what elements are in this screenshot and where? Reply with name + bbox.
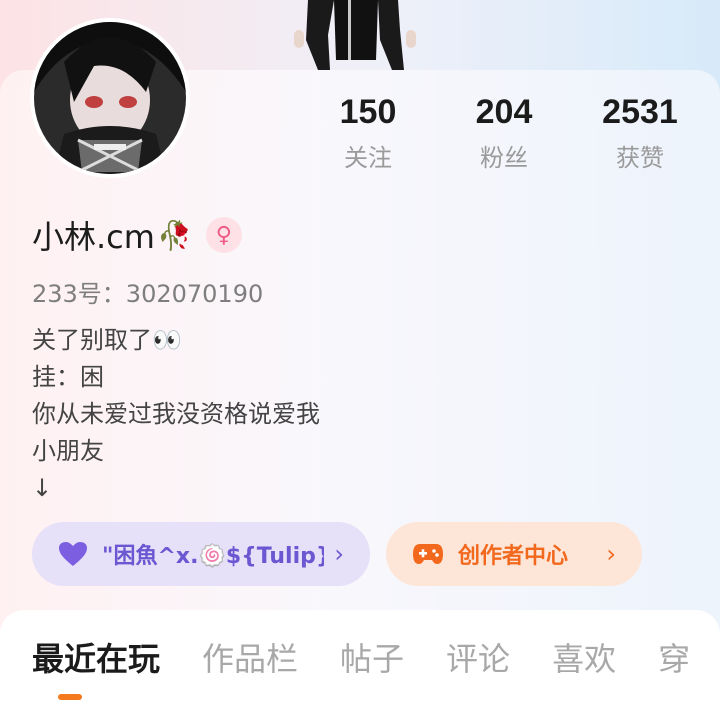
- group-chip-label: "困魚^x.🍥${Tulip}: [102, 544, 325, 569]
- stat-label: 关注: [344, 144, 392, 172]
- tab-recently-played[interactable]: 最近在玩: [32, 634, 160, 680]
- creator-center-chip[interactable]: 创作者中心 ›: [386, 522, 642, 586]
- tab-comments[interactable]: 评论: [446, 634, 510, 680]
- bio-line: ↓: [32, 474, 53, 502]
- rose-emoji: 🥀: [156, 218, 192, 252]
- purple-heart-icon: [58, 541, 88, 567]
- avatar-image: [34, 22, 186, 174]
- stats-row: 150 关注 204 粉丝 2531 获赞: [300, 92, 720, 182]
- tab-posts[interactable]: 帖子: [340, 634, 404, 680]
- bio-line: 关了别取了👀: [32, 326, 182, 354]
- banner-character-image: [294, 0, 416, 70]
- profile-name: 小林.cm: [32, 218, 155, 256]
- stat-label: 粉丝: [480, 144, 528, 172]
- gamepad-icon: [412, 542, 444, 566]
- stat-following[interactable]: 150 关注: [300, 92, 436, 182]
- stat-value: 150: [339, 93, 397, 131]
- bio-line: 小朋友: [32, 437, 104, 465]
- chevron-right-icon: ›: [334, 540, 344, 568]
- creator-center-label: 创作者中心: [458, 544, 569, 569]
- active-tab-indicator: [58, 694, 82, 700]
- group-chip[interactable]: "困魚^x.🍥${Tulip} ›: [32, 522, 370, 586]
- content-tabs-panel: 最近在玩 作品栏 帖子 评论 喜欢 穿: [0, 610, 720, 709]
- stat-label: 获赞: [616, 144, 664, 172]
- bio-line: 你从未爱过我没资格说爱我: [32, 400, 320, 428]
- stat-value: 204: [475, 93, 533, 131]
- chips-row: "困魚^x.🍥${Tulip} › 创作者中心 ›: [32, 522, 642, 586]
- bio: 关了别取了👀 挂：困 你从未爱过我没资格说爱我 小朋友 ↓: [32, 322, 320, 507]
- user-id[interactable]: 233号：302070190: [32, 274, 263, 309]
- stat-likes[interactable]: 2531 获赞: [572, 92, 708, 182]
- avatar[interactable]: [30, 18, 190, 178]
- name-row: 小林.cm 🥀 ♀: [32, 210, 242, 260]
- tab-bar: 最近在玩 作品栏 帖子 评论 喜欢 穿: [32, 634, 720, 680]
- stat-value: 2531: [602, 93, 678, 131]
- bio-line: 挂：困: [32, 363, 104, 391]
- tab-works[interactable]: 作品栏: [202, 634, 298, 680]
- tab-outfits[interactable]: 穿: [658, 634, 690, 680]
- tab-likes[interactable]: 喜欢: [552, 634, 616, 680]
- chevron-right-icon: ›: [606, 540, 616, 568]
- female-symbol-icon: ♀: [205, 217, 242, 253]
- stat-followers[interactable]: 204 粉丝: [436, 92, 572, 182]
